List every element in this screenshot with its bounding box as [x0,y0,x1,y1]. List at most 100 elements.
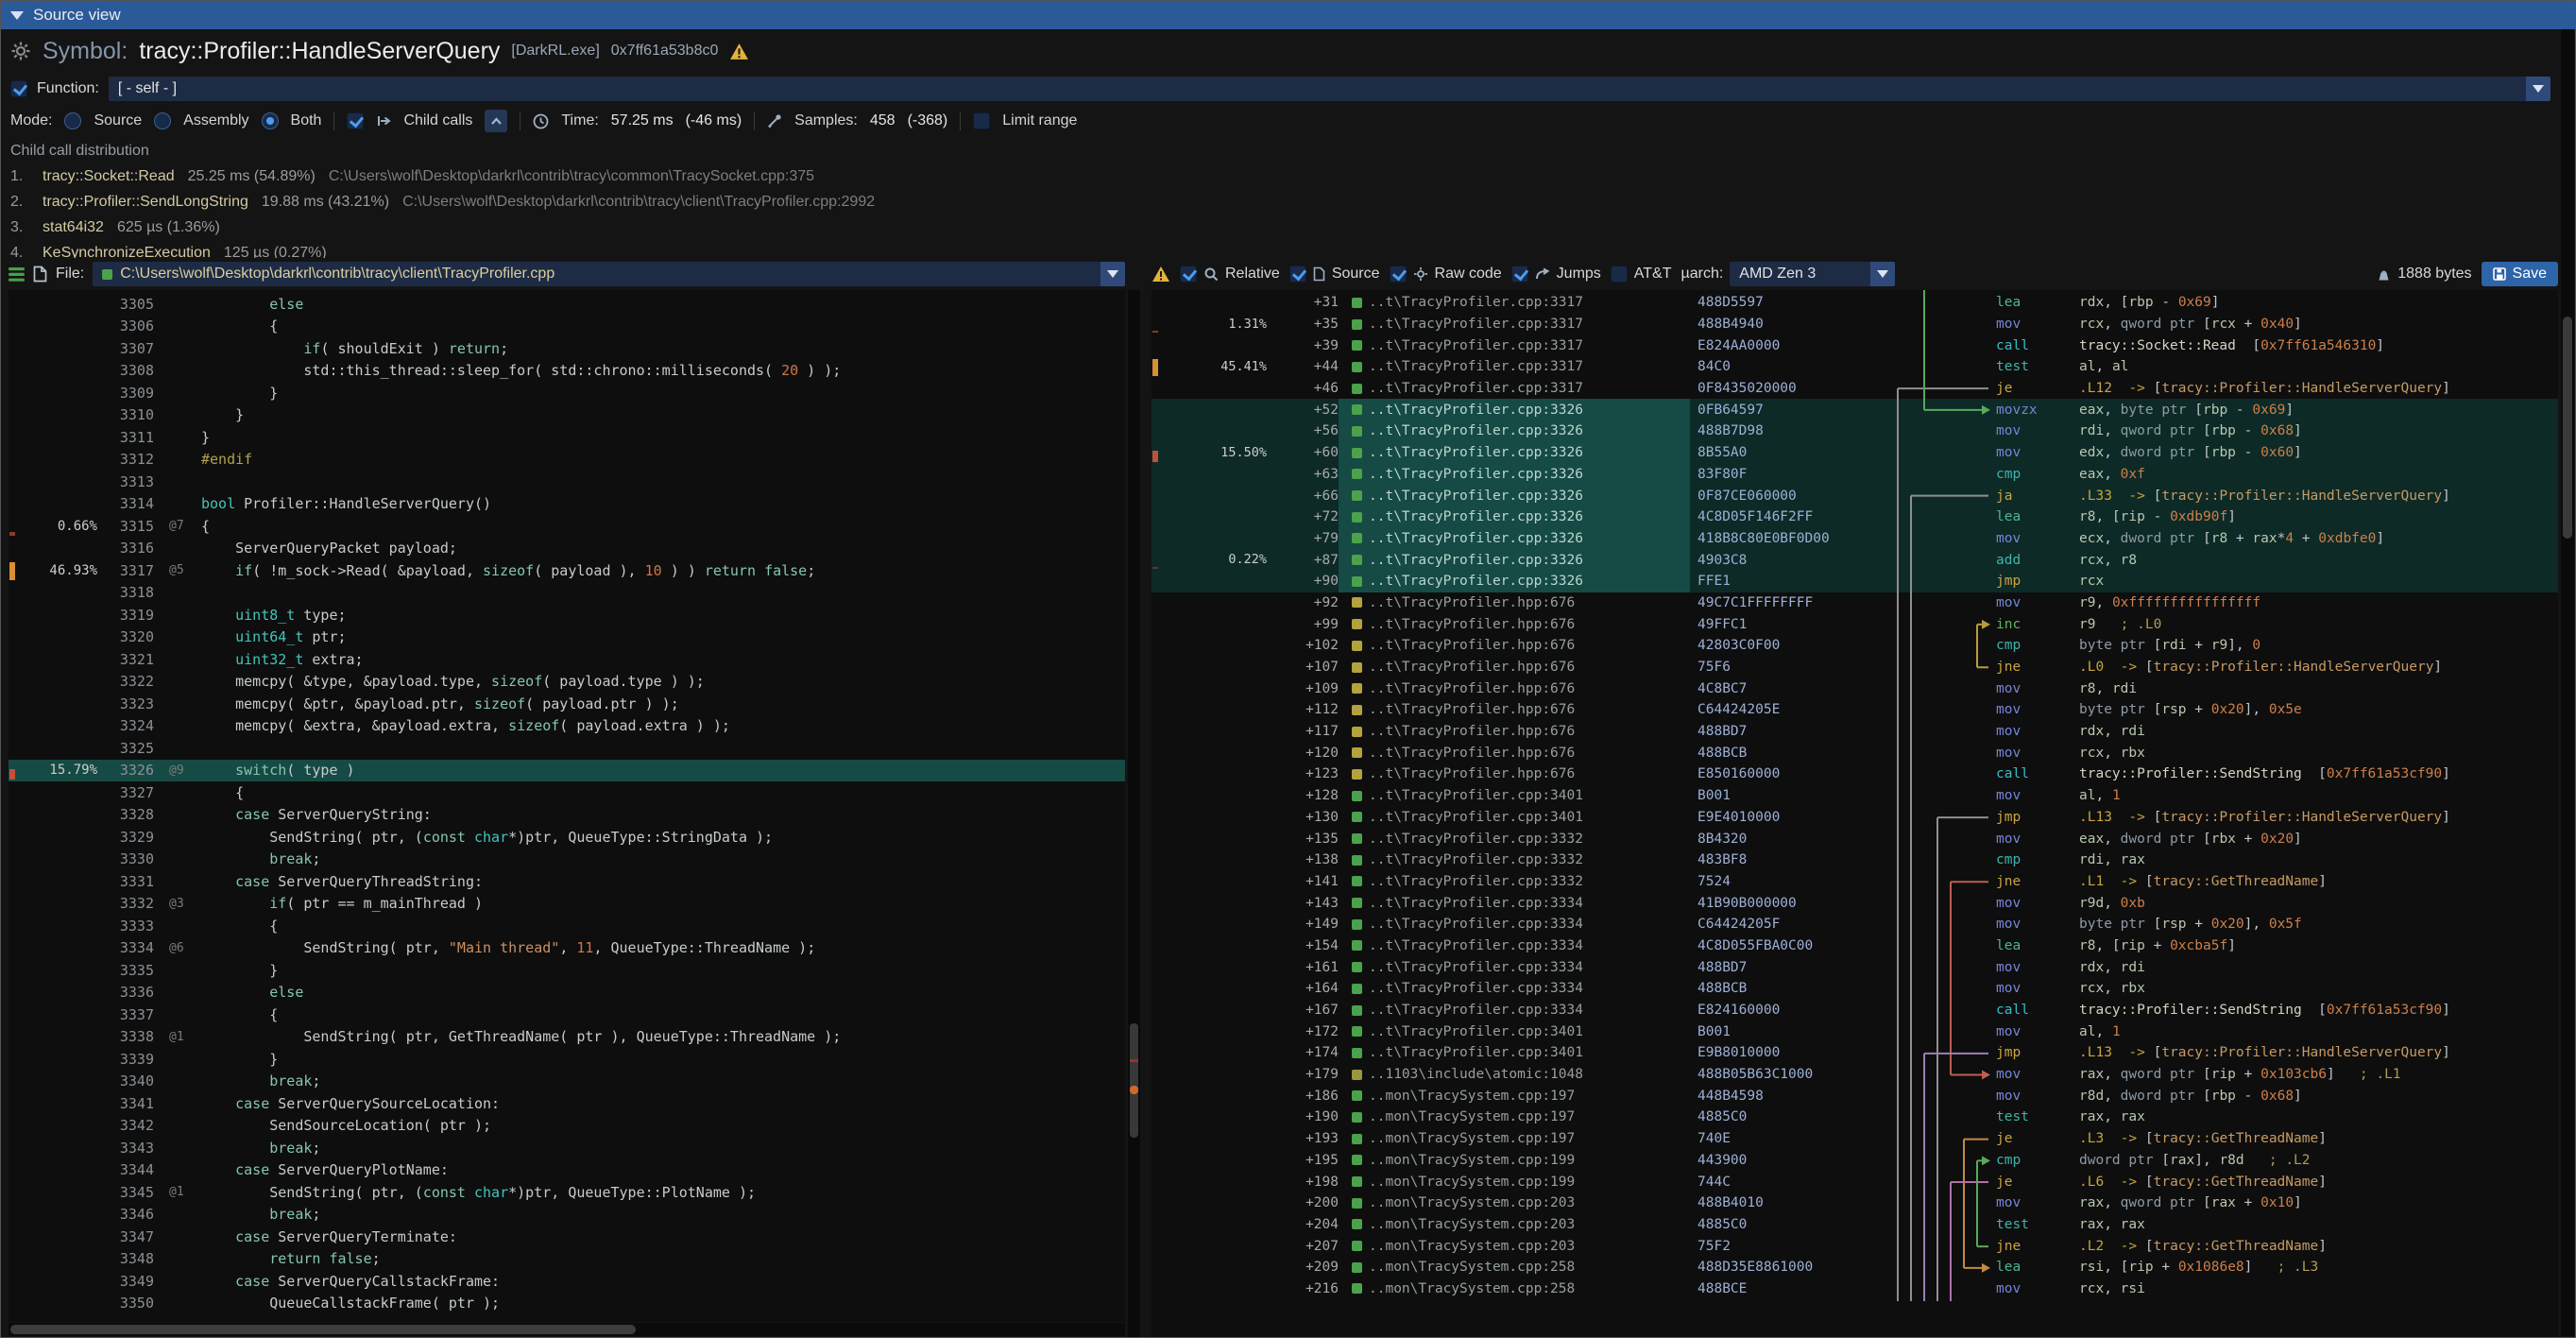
source-line[interactable]: 3335 } [9,959,1125,982]
window-vscroll-thumb[interactable] [2563,317,2572,539]
asm-row[interactable]: +90..t\TracyProfiler.cpp:3326FFE1jmprcx [1152,571,2558,592]
source-line[interactable]: 3343 break; [9,1137,1125,1159]
asm-row[interactable]: +193..mon\TracySystem.cpp:197740Eje.L3 -… [1152,1128,2558,1150]
source-line[interactable]: 3327 { [9,781,1125,804]
asm-row[interactable]: +66..t\TracyProfiler.cpp:33260F87CE06000… [1152,485,2558,506]
source-line[interactable]: 3341 case ServerQuerySourceLocation: [9,1092,1125,1115]
function-combo[interactable]: [ - self - ] [109,77,2550,101]
child-call-item[interactable]: 4.KeSynchronizeExecution125 µs (0.27%) [10,240,2550,258]
source-line[interactable]: 3320 uint64_t ptr; [9,626,1125,649]
source-line[interactable]: 3336 else [9,982,1125,1004]
asm-row[interactable]: 0.22%+87..t\TracyProfiler.cpp:33264903C8… [1152,549,2558,571]
asm-row[interactable]: +149..t\TracyProfiler.cpp:3334C64424205F… [1152,914,2558,935]
source-line[interactable]: 3332@3 if( ptr == m_mainThread ) [9,893,1125,916]
asm-row[interactable]: 15.50%+60..t\TracyProfiler.cpp:33268B55A… [1152,442,2558,464]
asm-row[interactable]: +138..t\TracyProfiler.cpp:3332483BF8cmpr… [1152,849,2558,871]
source-line[interactable]: 3314bool Profiler::HandleServerQuery() [9,493,1125,516]
child-call-item[interactable]: 2.tracy::Profiler::SendLongString19.88 m… [10,189,2550,214]
source-line[interactable]: 3339 } [9,1048,1125,1071]
asm-row[interactable]: +31..t\TracyProfiler.cpp:3317488D5597lea… [1152,292,2558,314]
asm-row[interactable]: +39..t\TracyProfiler.cpp:3317E824AA0000c… [1152,334,2558,356]
source-line[interactable]: 3333 { [9,915,1125,937]
source-line[interactable]: 3325 [9,737,1125,760]
child-call-item[interactable]: 3.stat64i32625 µs (1.36%) [10,214,2550,240]
child-call-item[interactable]: 1.tracy::Socket::Read25.25 ms (54.89%)C:… [10,163,2550,189]
source-line[interactable]: 3340 break; [9,1071,1125,1093]
source-line[interactable]: 15.79%3326@9 switch( type ) [9,760,1125,782]
source-line[interactable]: 3319 uint8_t type; [9,604,1125,626]
source-line[interactable]: 3346 break; [9,1204,1125,1226]
function-checkbox[interactable] [10,80,27,97]
window-vscrollbar[interactable] [2561,29,2574,1336]
source-vscrollbar[interactable] [1128,290,1140,1337]
asm-row[interactable]: +174..t\TracyProfiler.cpp:3401E9B8010000… [1152,1042,2558,1064]
child-calls-checkbox[interactable] [347,112,364,129]
rawcode-checkbox[interactable] [1390,266,1407,283]
asm-row[interactable]: +107..t\TracyProfiler.hpp:67675F6jne.L0 … [1152,657,2558,678]
asm-row[interactable]: +164..t\TracyProfiler.cpp:3334488BCBmovr… [1152,978,2558,1000]
asm-row[interactable]: +123..t\TracyProfiler.hpp:676E850160000c… [1152,763,2558,785]
asm-row[interactable]: +141..t\TracyProfiler.cpp:33327524jne.L1… [1152,871,2558,893]
asm-row[interactable]: +186..mon\TracySystem.cpp:197448B4598mov… [1152,1085,2558,1106]
source-line[interactable]: 3318 [9,582,1125,605]
asm-row[interactable]: +79..t\TracyProfiler.cpp:3326418B8C80E0B… [1152,528,2558,550]
source-line[interactable]: 0.66%3315@7{ [9,515,1125,538]
asm-row[interactable]: +209..mon\TracySystem.cpp:258488D35E8861… [1152,1257,2558,1278]
source-line[interactable]: 3330 break; [9,849,1125,871]
asm-row[interactable]: +102..t\TracyProfiler.hpp:67642803C0F00c… [1152,635,2558,657]
source-line[interactable]: 3313 [9,471,1125,493]
source-checkbox[interactable] [1289,266,1306,283]
asm-row[interactable]: +200..mon\TracySystem.cpp:203488B4010mov… [1152,1192,2558,1214]
source-line[interactable]: 3348 return false; [9,1248,1125,1271]
mode-radio-source[interactable] [64,112,81,129]
asm-row[interactable]: +46..t\TracyProfiler.cpp:33170F843502000… [1152,378,2558,400]
source-line[interactable]: 3329 SendString( ptr, (const char*)ptr, … [9,826,1125,849]
asm-row[interactable]: +117..t\TracyProfiler.hpp:676488BD7movrd… [1152,721,2558,743]
source-line[interactable]: 3305 else [9,293,1125,316]
source-line[interactable]: 3322 memcpy( &type, &payload.type, sizeo… [9,671,1125,694]
asm-row[interactable]: +109..t\TracyProfiler.hpp:6764C8BC7movr8… [1152,678,2558,699]
limit-range-checkbox[interactable] [973,112,990,129]
asm-row[interactable]: +120..t\TracyProfiler.hpp:676488BCBmovrc… [1152,742,2558,763]
source-line[interactable]: 3307 if( shouldExit ) return; [9,337,1125,360]
source-line[interactable]: 3331 case ServerQueryThreadString: [9,870,1125,893]
source-line[interactable]: 3342 SendSourceLocation( ptr ); [9,1115,1125,1138]
asm-row[interactable]: +179..1103\include\atomic:1048488B05B63C… [1152,1064,2558,1086]
asm-row[interactable]: +135..t\TracyProfiler.cpp:33328B4320move… [1152,828,2558,849]
asm-row[interactable]: +130..t\TracyProfiler.cpp:3401E9E4010000… [1152,807,2558,829]
asm-row[interactable]: +72..t\TracyProfiler.cpp:33264C8D05F146F… [1152,506,2558,528]
asm-row[interactable]: +190..mon\TracySystem.cpp:1974885C0testr… [1152,1106,2558,1128]
uarch-combo[interactable]: AMD Zen 3 [1730,262,1895,286]
asm-row[interactable]: +161..t\TracyProfiler.cpp:3334488BD7movr… [1152,956,2558,978]
source-line[interactable]: 3345@1 SendString( ptr, (const char*)ptr… [9,1181,1125,1204]
source-line[interactable]: 3321 uint32_t extra; [9,648,1125,671]
source-line[interactable]: 3349 case ServerQueryCallstackFrame: [9,1270,1125,1293]
source-line[interactable]: 3347 case ServerQueryTerminate: [9,1226,1125,1248]
source-hscrollbar[interactable] [9,1323,1125,1336]
att-syntax-checkbox[interactable] [1611,266,1628,283]
asm-row[interactable]: +52..t\TracyProfiler.cpp:33260FB64597mov… [1152,399,2558,420]
asm-row[interactable]: +195..mon\TracySystem.cpp:199443900cmpdw… [1152,1150,2558,1172]
asm-row[interactable]: +128..t\TracyProfiler.cpp:3401B001moval,… [1152,785,2558,807]
source-line[interactable]: 3316 ServerQueryPacket payload; [9,538,1125,560]
mode-radio-both[interactable] [262,112,279,129]
asm-row[interactable]: +154..t\TracyProfiler.cpp:33344C8D055FBA… [1152,935,2558,957]
window-titlebar[interactable]: Source view [1,1,2575,29]
source-line[interactable]: 3350 QueueCallstackFrame( ptr ); [9,1293,1125,1315]
source-line[interactable]: 3328 case ServerQueryString: [9,804,1125,827]
child-calls-expand-button[interactable] [485,110,507,132]
source-line[interactable]: 3323 memcpy( &ptr, &payload.ptr, sizeof(… [9,693,1125,715]
asm-row[interactable]: +99..t\TracyProfiler.hpp:67649FFC1incr9 … [1152,613,2558,635]
source-line[interactable]: 3309 } [9,382,1125,404]
source-line[interactable]: 3306 { [9,316,1125,338]
asm-row[interactable]: +216..mon\TracySystem.cpp:258488BCEmovrc… [1152,1278,2558,1300]
chevron-down-icon[interactable] [1100,262,1125,286]
source-line[interactable]: 3310 } [9,404,1125,427]
asm-row[interactable]: 45.41%+44..t\TracyProfiler.cpp:331784C0t… [1152,356,2558,378]
asm-row[interactable]: +92..t\TracyProfiler.hpp:67649C7C1FFFFFF… [1152,592,2558,614]
asm-row[interactable]: 1.31%+35..t\TracyProfiler.cpp:3317488B49… [1152,314,2558,335]
chevron-down-icon[interactable] [1870,262,1895,286]
asm-row[interactable]: +143..t\TracyProfiler.cpp:333441B90B0000… [1152,892,2558,914]
source-line[interactable]: 3308 std::this_thread::sleep_for( std::c… [9,360,1125,383]
source-line[interactable]: 3337 { [9,1004,1125,1026]
